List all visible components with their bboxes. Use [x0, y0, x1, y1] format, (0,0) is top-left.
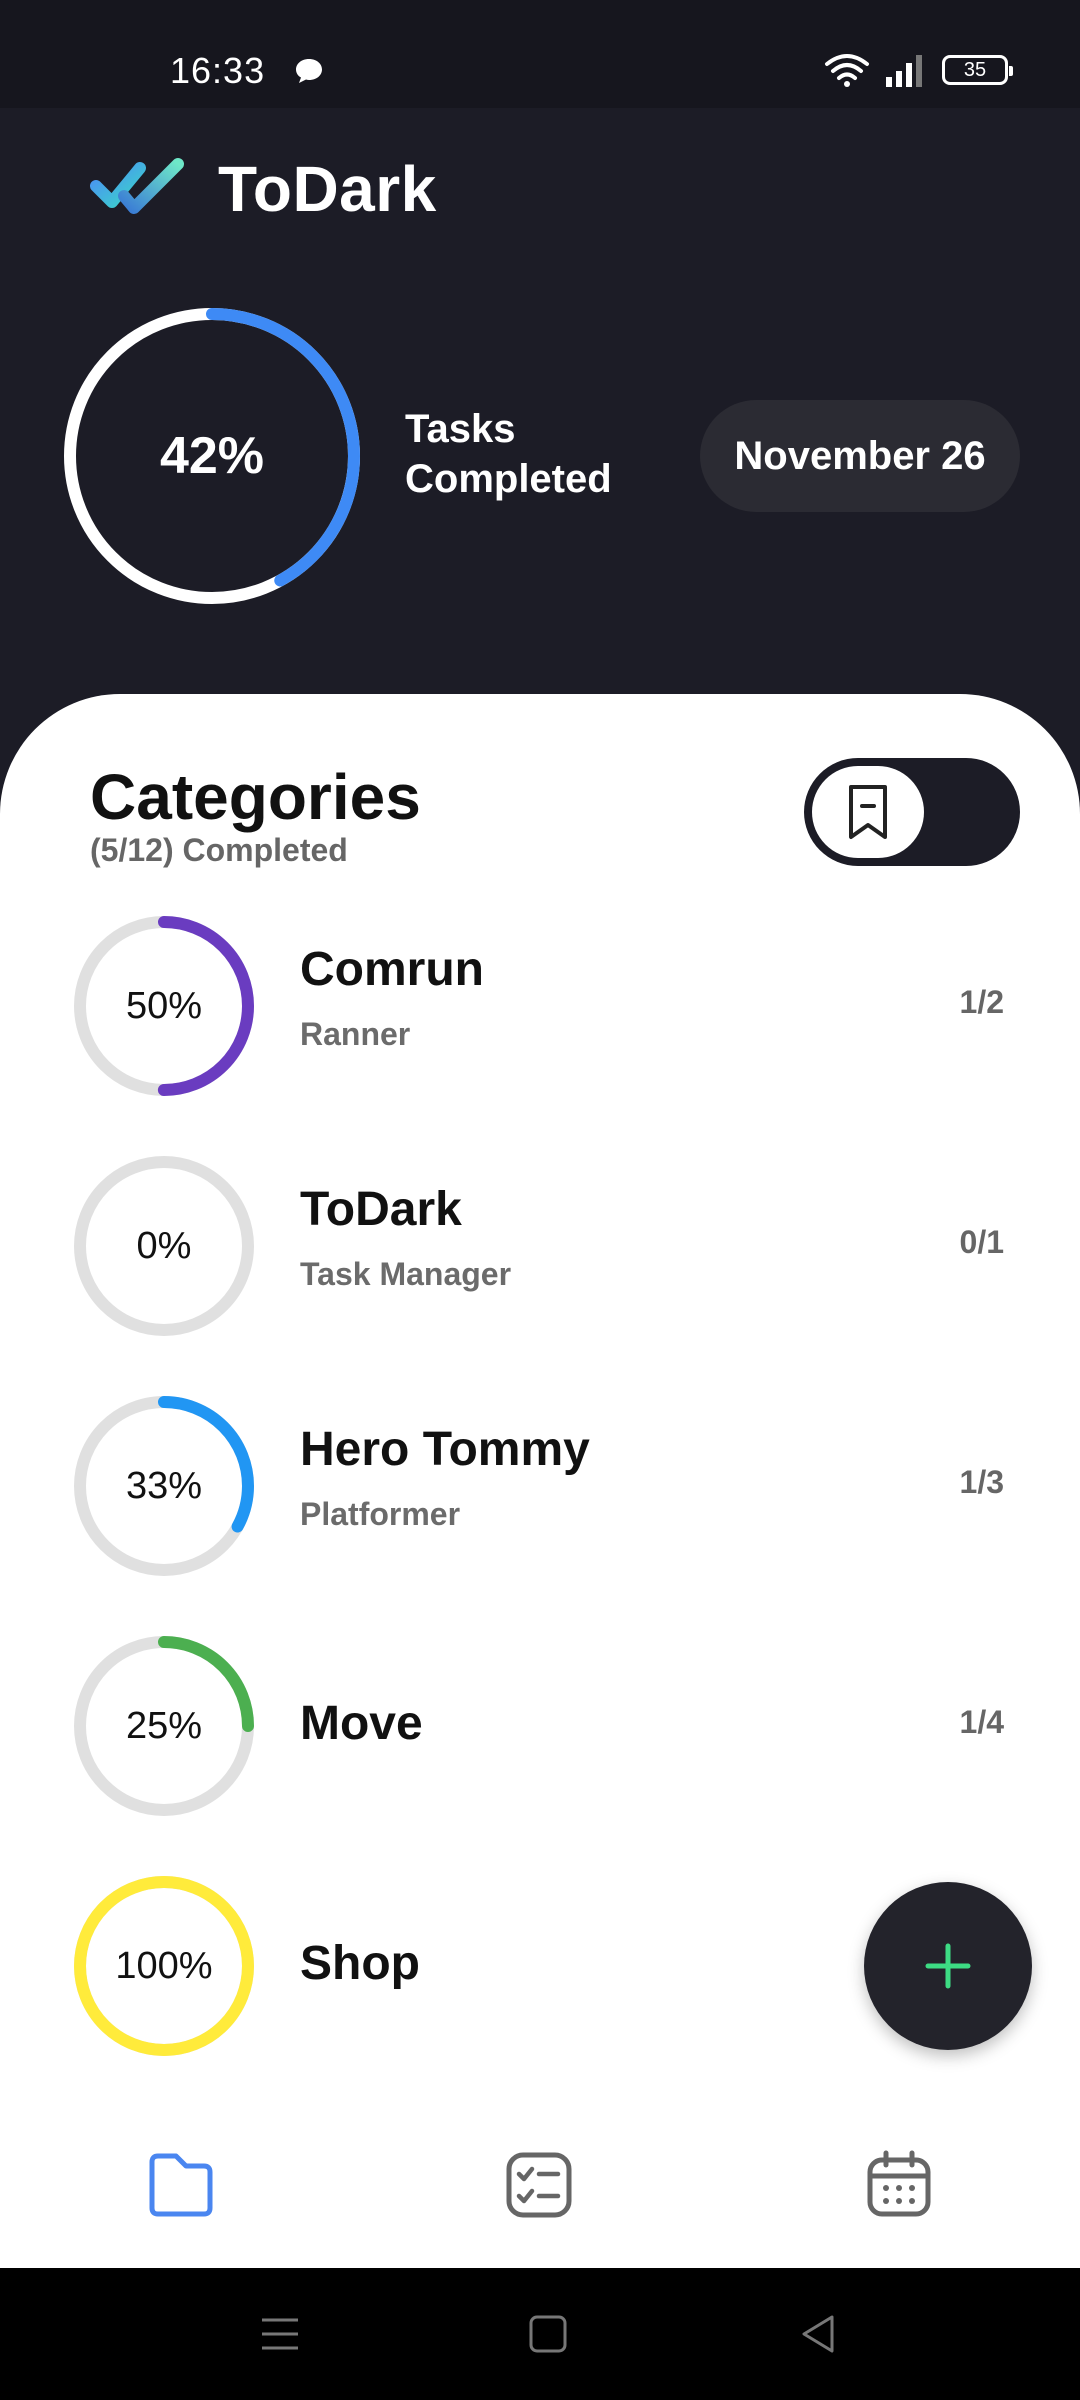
folder-icon[interactable]: [146, 2150, 216, 2220]
category-description: Platformer: [300, 1496, 461, 1532]
category-item[interactable]: 50% Comrun Ranner 1/2: [0, 904, 1080, 1104]
category-name: ToDark: [300, 1183, 462, 1236]
category-item[interactable]: 25% Move 1/4: [0, 1624, 1080, 1824]
view-toggle[interactable]: [804, 758, 1020, 866]
toggle-knob[interactable]: [812, 766, 924, 858]
category-percent: 33%: [125, 1464, 203, 1507]
battery-level: 35: [963, 59, 987, 81]
category-item[interactable]: 33% Hero Tommy Platformer 1/3: [0, 1384, 1080, 1584]
category-name: Shop: [300, 1937, 420, 1990]
add-category-button[interactable]: [864, 1882, 1032, 2050]
battery-icon: 35: [942, 55, 1013, 85]
header: ToDark 42% Tasks Completed November 26: [0, 108, 1080, 700]
overall-percent: 42%: [159, 427, 265, 485]
category-description: Ranner: [300, 1016, 411, 1052]
signal-icon: [886, 55, 922, 87]
status-icons: 35: [824, 50, 1013, 90]
category-count: 1/3: [959, 1464, 1004, 1500]
calendar-icon[interactable]: [864, 2150, 934, 2220]
bottom-nav: [0, 2080, 1080, 2268]
checklist-icon[interactable]: [504, 2150, 574, 2220]
category-count: 1/4: [959, 1704, 1004, 1740]
chat-bubble-icon: [296, 59, 322, 83]
home-icon[interactable]: [526, 2312, 570, 2356]
wifi-icon: [825, 54, 869, 87]
system-nav-bar: [0, 2268, 1080, 2400]
category-name: Comrun: [300, 943, 484, 996]
category-percent: 100%: [115, 1944, 213, 1987]
category-name: Move: [300, 1697, 423, 1750]
category-percent: 25%: [125, 1704, 203, 1747]
category-count: 0/1: [959, 1224, 1004, 1260]
status-bar: 16:33 35: [0, 0, 1080, 108]
plus-icon: [925, 1943, 971, 1989]
category-count: 1/2: [959, 984, 1004, 1020]
tasks-completed-label: Tasks Completed: [405, 407, 612, 501]
date-pill[interactable]: November 26: [700, 400, 1020, 512]
status-time: 16:33: [170, 50, 266, 91]
category-percent: 50%: [125, 984, 203, 1027]
category-item[interactable]: 0% ToDark Task Manager 0/1: [0, 1144, 1080, 1344]
category-name: Hero Tommy: [300, 1423, 590, 1476]
bookmark-icon: [849, 785, 887, 839]
category-percent: 0%: [136, 1224, 192, 1267]
category-description: Task Manager: [300, 1256, 512, 1292]
double-check-logo-icon: [90, 158, 184, 214]
categories-subtitle: (5/12) Completed: [90, 832, 348, 868]
menu-icon[interactable]: [258, 2312, 302, 2356]
back-icon[interactable]: [796, 2312, 840, 2356]
app-title: ToDark: [218, 153, 437, 225]
categories-title: Categories: [90, 761, 421, 833]
